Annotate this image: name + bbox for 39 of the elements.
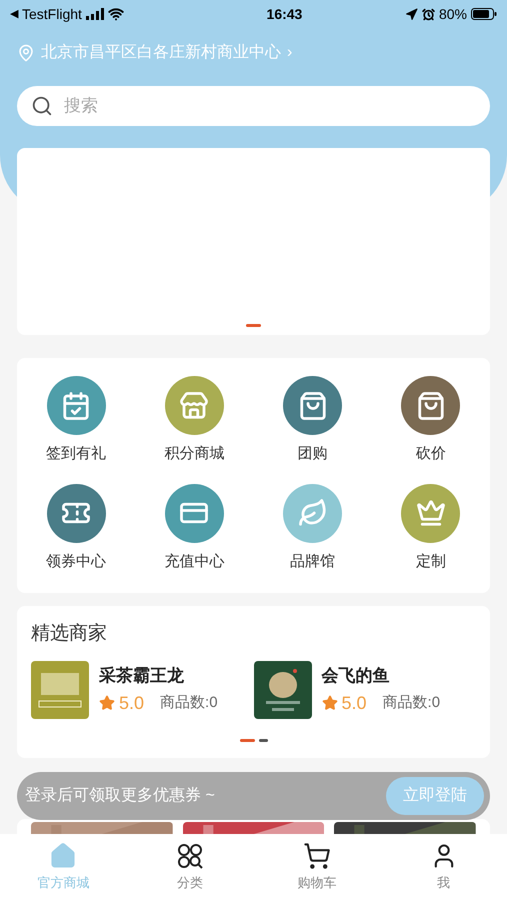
cart-icon [302, 842, 331, 870]
star-icon [99, 695, 115, 711]
alarm-icon [422, 8, 435, 20]
shortcut-item[interactable]: 领券中心 [17, 484, 136, 573]
star-icon [322, 695, 338, 711]
shortcut-item[interactable]: 积分商城 [135, 376, 254, 466]
location-pin-icon [17, 44, 35, 62]
rating-value: 5.0 [342, 692, 367, 714]
battery-icon [470, 8, 497, 20]
back-arrow[interactable]: ◀ [10, 6, 18, 22]
shortcut-item[interactable]: 品牌馆 [254, 484, 372, 573]
toast-message: 登录后可领取更多优惠券 ~ [25, 786, 215, 806]
rating-value: 5.0 [119, 692, 144, 714]
carrier-label: TestFlight [22, 4, 82, 24]
clock-time: 16:43 [266, 4, 302, 24]
wifi-icon [108, 6, 124, 22]
shortcut-item[interactable]: 团购 [254, 376, 372, 466]
shortcut-item[interactable]: 充值中心 [135, 484, 254, 573]
merchant-name: 采茶霸王龙 [99, 664, 185, 686]
shortcut-item[interactable]: 签到有礼 [17, 376, 136, 466]
shortcut-item[interactable]: 定制 [372, 484, 490, 573]
search-field[interactable]: 搜索 [17, 86, 490, 126]
shortcut-item[interactable]: 砍价 [372, 376, 490, 466]
tab-item[interactable]: 我 [380, 834, 507, 900]
section-title: 精选商家 [31, 622, 108, 646]
battery-percent: 80% [438, 4, 467, 24]
tab-item[interactable]: 购物车 [254, 834, 380, 900]
location-arrow-icon [404, 8, 418, 20]
merchant-item[interactable]: 采茶霸王龙 5.0 商品数:0 [31, 660, 254, 718]
home-icon [49, 842, 78, 870]
product-count: 商品数:0 [382, 692, 440, 713]
merchant-name: 会飞的鱼 [322, 664, 390, 686]
signal-icon [86, 8, 104, 20]
merchant-item[interactable]: 会飞的鱼 5.0 商品数:0 [254, 660, 476, 718]
grid-search-icon [176, 842, 204, 870]
chevron-right: › [287, 43, 292, 63]
tab-item[interactable]: 分类 [126, 834, 254, 900]
search-icon [31, 95, 53, 117]
product-count: 商品数:0 [160, 692, 218, 713]
